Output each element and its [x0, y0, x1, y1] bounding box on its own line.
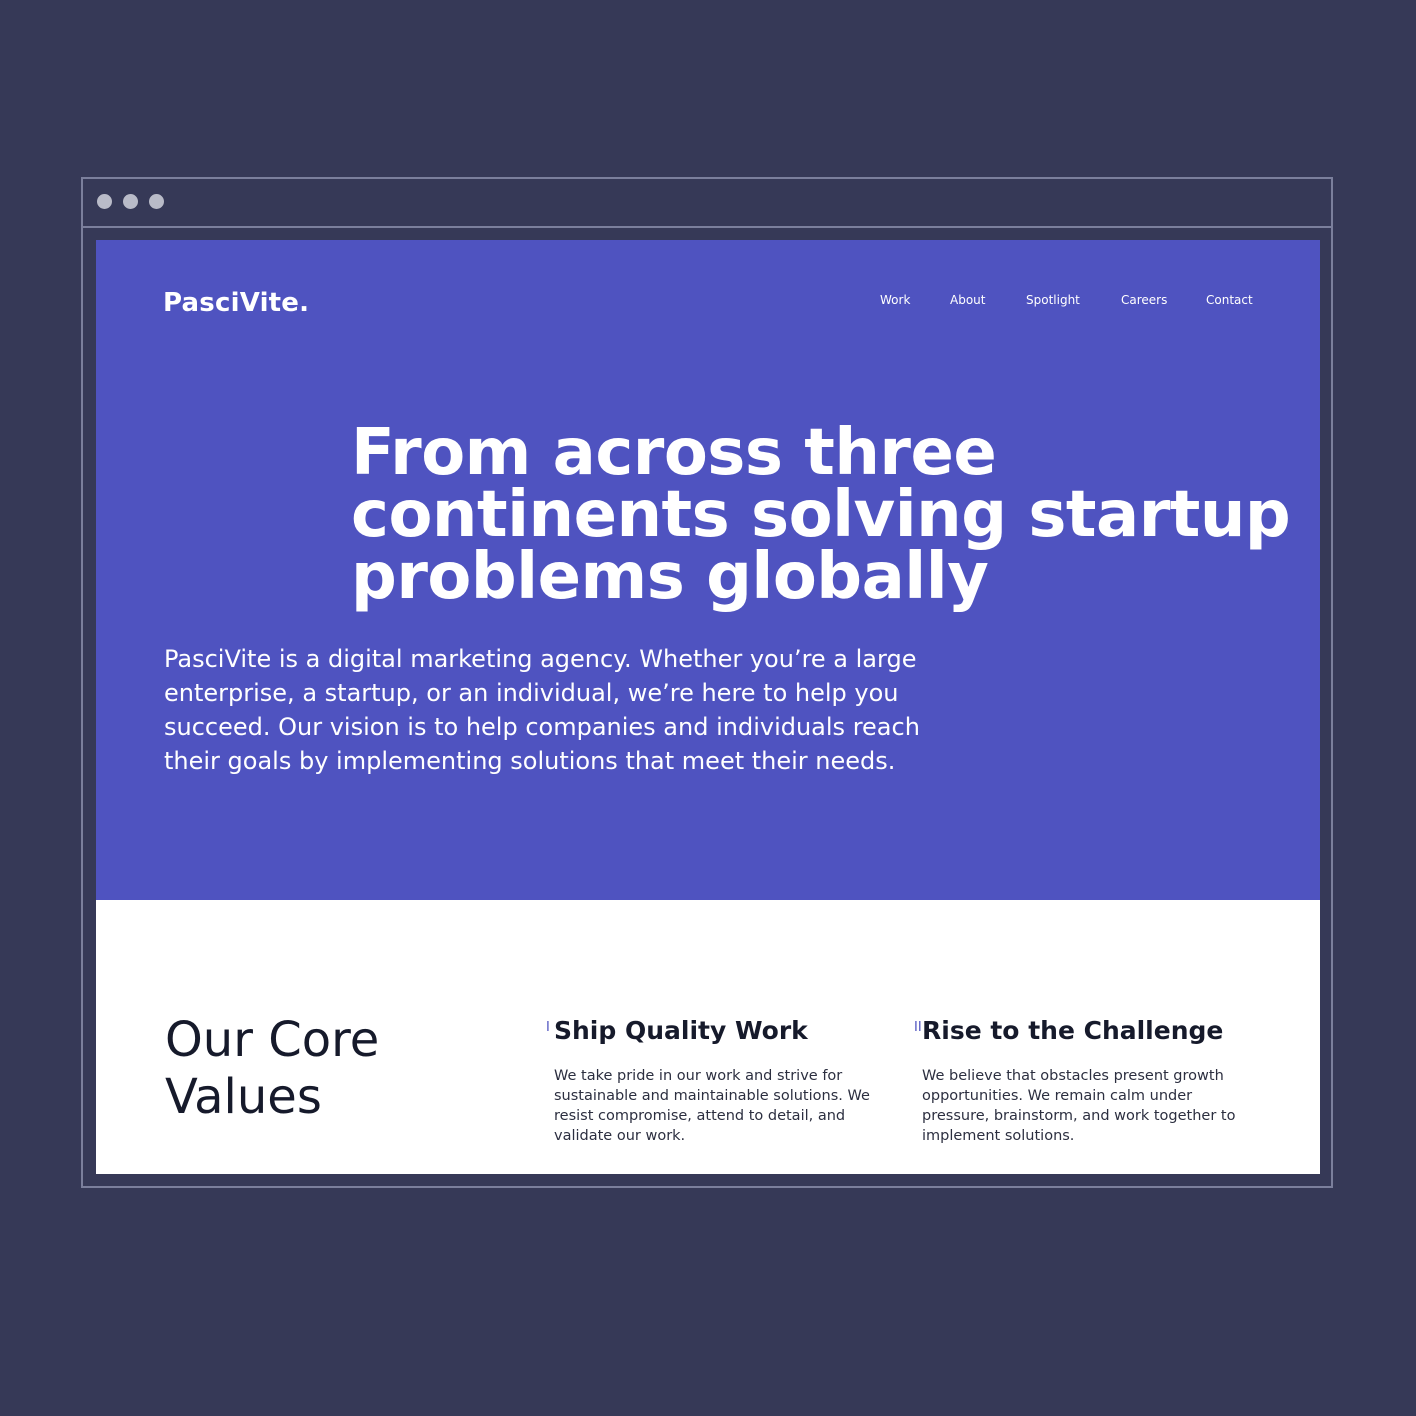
- nav-item-contact[interactable]: Contact: [1206, 293, 1253, 307]
- hero-intro: PasciVite is a digital marketing agency.…: [164, 645, 920, 775]
- value-marker: II: [914, 1020, 922, 1035]
- window-dot-icon[interactable]: [97, 194, 112, 209]
- nav-item-about[interactable]: About: [950, 293, 985, 307]
- hero-section: PasciVite. Work About Spotlight Careers …: [96, 240, 1320, 900]
- nav-item-spotlight[interactable]: Spotlight: [1026, 293, 1080, 307]
- window-dot-icon[interactable]: [149, 194, 164, 209]
- web-page: PasciVite. Work About Spotlight Careers …: [96, 240, 1320, 1174]
- hero-headline: From across three continents solving sta…: [351, 416, 1291, 614]
- window-dot-icon[interactable]: [123, 194, 138, 209]
- value-description: We believe that obstacles present growth…: [922, 1068, 1236, 1144]
- value-marker: I: [546, 1020, 550, 1035]
- value-title: Ship Quality Work: [554, 1016, 808, 1045]
- nav-item-work[interactable]: Work: [880, 293, 910, 307]
- main-nav: Work About Spotlight Careers Contact: [96, 293, 1320, 313]
- browser-title-bar: [83, 179, 1331, 228]
- value-title: Rise to the Challenge: [922, 1016, 1224, 1045]
- core-values-title: Our Core Values: [165, 1012, 380, 1125]
- nav-item-careers[interactable]: Careers: [1121, 293, 1167, 307]
- value-description: We take pride in our work and strive for…: [554, 1068, 870, 1144]
